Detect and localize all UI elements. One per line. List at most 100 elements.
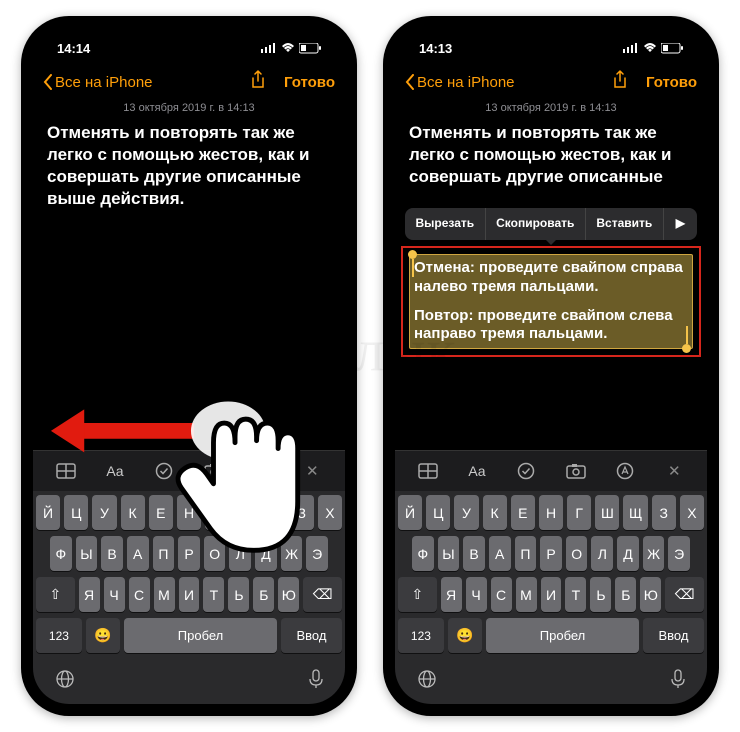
- text-format-icon[interactable]: Aa: [97, 457, 133, 485]
- context-paste[interactable]: Вставить: [586, 208, 664, 240]
- letter-key[interactable]: Б: [615, 577, 636, 612]
- letter-key[interactable]: Ф: [412, 536, 434, 571]
- letter-key[interactable]: В: [463, 536, 485, 571]
- letter-key[interactable]: У: [92, 495, 116, 530]
- close-icon[interactable]: ✕: [656, 457, 692, 485]
- letter-key[interactable]: Ю: [278, 577, 299, 612]
- letter-key[interactable]: Ы: [76, 536, 98, 571]
- space-key[interactable]: Пробел: [124, 618, 277, 653]
- letter-key[interactable]: Й: [36, 495, 60, 530]
- letter-key[interactable]: И: [541, 577, 562, 612]
- letter-key[interactable]: Щ: [261, 495, 285, 530]
- globe-icon[interactable]: [55, 669, 75, 694]
- annotate-icon[interactable]: [245, 457, 281, 485]
- table-icon[interactable]: [410, 457, 446, 485]
- share-button[interactable]: [250, 70, 266, 94]
- table-icon[interactable]: [48, 457, 84, 485]
- letter-key[interactable]: Ф: [50, 536, 72, 571]
- letter-key[interactable]: П: [515, 536, 537, 571]
- emoji-key[interactable]: 😀: [448, 618, 482, 653]
- letter-key[interactable]: С: [129, 577, 150, 612]
- letter-key[interactable]: Н: [539, 495, 563, 530]
- letter-key[interactable]: Е: [149, 495, 173, 530]
- letter-key[interactable]: Ж: [643, 536, 665, 571]
- mic-icon[interactable]: [671, 669, 685, 694]
- letter-key[interactable]: А: [127, 536, 149, 571]
- close-icon[interactable]: ✕: [294, 457, 330, 485]
- letter-key[interactable]: О: [566, 536, 588, 571]
- note-body[interactable]: Отменять и повторять так же легко с помо…: [395, 122, 707, 450]
- backspace-key[interactable]: ⌫: [303, 577, 342, 612]
- letter-key[interactable]: Г: [567, 495, 591, 530]
- letter-key[interactable]: З: [652, 495, 676, 530]
- mic-icon[interactable]: [309, 669, 323, 694]
- letter-key[interactable]: Д: [617, 536, 639, 571]
- letter-key[interactable]: У: [454, 495, 478, 530]
- enter-key[interactable]: Ввод: [643, 618, 704, 653]
- context-more[interactable]: ▶: [664, 208, 697, 240]
- letter-key[interactable]: Р: [540, 536, 562, 571]
- letter-key[interactable]: М: [516, 577, 537, 612]
- globe-icon[interactable]: [417, 669, 437, 694]
- letter-key[interactable]: Л: [229, 536, 251, 571]
- selection-handle-end[interactable]: [686, 326, 688, 344]
- nav-back[interactable]: Все на iPhone: [43, 74, 244, 91]
- letter-key[interactable]: Й: [398, 495, 422, 530]
- letter-key[interactable]: Ы: [438, 536, 460, 571]
- enter-key[interactable]: Ввод: [281, 618, 342, 653]
- note-body[interactable]: Отменять и повторять так же легко с помо…: [33, 122, 345, 450]
- letter-key[interactable]: Х: [318, 495, 342, 530]
- letter-key[interactable]: Е: [511, 495, 535, 530]
- camera-icon[interactable]: [558, 457, 594, 485]
- numbers-key[interactable]: 123: [36, 618, 82, 653]
- letter-key[interactable]: О: [204, 536, 226, 571]
- checkmark-icon[interactable]: [508, 457, 544, 485]
- letter-key[interactable]: Т: [203, 577, 224, 612]
- letter-key[interactable]: Р: [178, 536, 200, 571]
- letter-key[interactable]: К: [483, 495, 507, 530]
- text-format-icon[interactable]: Aa: [459, 457, 495, 485]
- checkmark-icon[interactable]: [146, 457, 182, 485]
- letter-key[interactable]: Л: [591, 536, 613, 571]
- letter-key[interactable]: П: [153, 536, 175, 571]
- letter-key[interactable]: В: [101, 536, 123, 571]
- selected-text[interactable]: Отмена: проведите свайпом справа налево …: [409, 254, 693, 349]
- letter-key[interactable]: Ж: [281, 536, 303, 571]
- letter-key[interactable]: Х: [680, 495, 704, 530]
- letter-key[interactable]: А: [489, 536, 511, 571]
- letter-key[interactable]: Д: [255, 536, 277, 571]
- letter-key[interactable]: И: [179, 577, 200, 612]
- letter-key[interactable]: З: [290, 495, 314, 530]
- space-key[interactable]: Пробел: [486, 618, 639, 653]
- letter-key[interactable]: Ь: [228, 577, 249, 612]
- letter-key[interactable]: Ш: [595, 495, 619, 530]
- done-button[interactable]: Готово: [646, 74, 697, 91]
- letter-key[interactable]: Ч: [466, 577, 487, 612]
- backspace-key[interactable]: ⌫: [665, 577, 704, 612]
- nav-back[interactable]: Все на iPhone: [405, 74, 606, 91]
- letter-key[interactable]: К: [121, 495, 145, 530]
- context-copy[interactable]: Скопировать: [486, 208, 586, 240]
- letter-key[interactable]: Я: [441, 577, 462, 612]
- letter-key[interactable]: Э: [306, 536, 328, 571]
- shift-key[interactable]: ⇧: [398, 577, 437, 612]
- done-button[interactable]: Готово: [284, 74, 335, 91]
- letter-key[interactable]: Щ: [623, 495, 647, 530]
- letter-key[interactable]: Ч: [104, 577, 125, 612]
- letter-key[interactable]: Г: [205, 495, 229, 530]
- annotate-icon[interactable]: [607, 457, 643, 485]
- camera-icon[interactable]: [196, 457, 232, 485]
- letter-key[interactable]: Т: [565, 577, 586, 612]
- letter-key[interactable]: Я: [79, 577, 100, 612]
- letter-key[interactable]: С: [491, 577, 512, 612]
- selection-handle-start[interactable]: [412, 259, 414, 277]
- share-button[interactable]: [612, 70, 628, 94]
- letter-key[interactable]: Э: [668, 536, 690, 571]
- letter-key[interactable]: Б: [253, 577, 274, 612]
- context-cut[interactable]: Вырезать: [405, 208, 486, 240]
- letter-key[interactable]: Ь: [590, 577, 611, 612]
- letter-key[interactable]: Ю: [640, 577, 661, 612]
- numbers-key[interactable]: 123: [398, 618, 444, 653]
- letter-key[interactable]: М: [154, 577, 175, 612]
- letter-key[interactable]: Ц: [426, 495, 450, 530]
